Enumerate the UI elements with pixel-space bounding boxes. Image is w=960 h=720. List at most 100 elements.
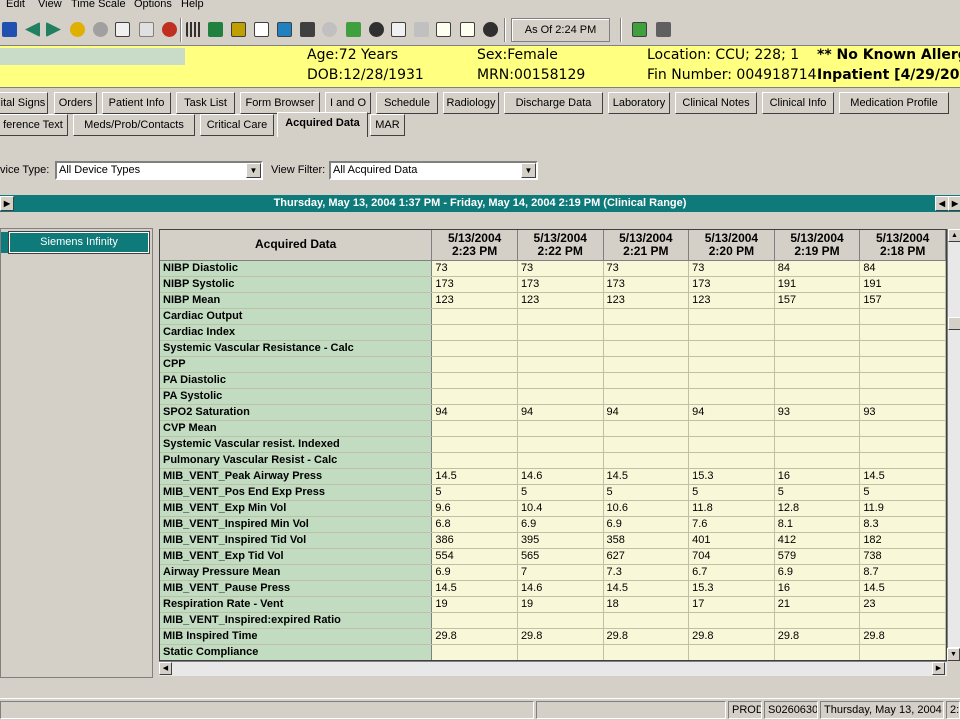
- data-cell[interactable]: 8.7: [859, 564, 946, 581]
- data-cell[interactable]: [688, 372, 775, 389]
- hand-icon[interactable]: [70, 22, 85, 37]
- data-cell[interactable]: 173: [688, 276, 775, 293]
- data-cell[interactable]: 157: [774, 292, 861, 309]
- data-cell[interactable]: 10.4: [517, 500, 604, 517]
- data-cell[interactable]: [517, 308, 604, 325]
- data-cell[interactable]: 19: [431, 596, 518, 613]
- data-cell[interactable]: 401: [688, 532, 775, 549]
- data-cell[interactable]: 5: [859, 484, 946, 501]
- tab-schedule[interactable]: Schedule: [376, 92, 438, 114]
- data-cell[interactable]: [688, 436, 775, 453]
- data-cell[interactable]: [688, 612, 775, 629]
- range-prev-arrow-icon[interactable]: ◀: [935, 196, 949, 211]
- data-cell[interactable]: 191: [859, 276, 946, 293]
- scroll-right-icon[interactable]: ▶: [932, 662, 945, 675]
- as-of-button[interactable]: As Of 2:24 PM: [511, 18, 610, 42]
- data-cell[interactable]: [688, 388, 775, 405]
- data-cell[interactable]: [431, 356, 518, 373]
- data-cell[interactable]: [859, 324, 946, 341]
- data-cell[interactable]: 7.3: [603, 564, 690, 581]
- users-icon[interactable]: [656, 22, 671, 37]
- tab-mar[interactable]: MAR: [370, 114, 405, 136]
- data-cell[interactable]: 11.8: [688, 500, 775, 517]
- data-cell[interactable]: 173: [517, 276, 604, 293]
- data-cell[interactable]: 16: [774, 580, 861, 597]
- data-cell[interactable]: 94: [603, 404, 690, 421]
- tree-icon[interactable]: [346, 22, 361, 37]
- data-cell[interactable]: [774, 340, 861, 357]
- data-cell[interactable]: 93: [774, 404, 861, 421]
- tab-radiology[interactable]: Radiology: [443, 92, 499, 114]
- data-cell[interactable]: 14.5: [859, 580, 946, 597]
- tab-reference-text[interactable]: ference Text: [0, 114, 68, 136]
- data-cell[interactable]: 6.9: [603, 516, 690, 533]
- data-cell[interactable]: [774, 420, 861, 437]
- data-cell[interactable]: 579: [774, 548, 861, 565]
- data-cell[interactable]: 7.6: [688, 516, 775, 533]
- data-cell[interactable]: 23: [859, 596, 946, 613]
- column-header[interactable]: 5/13/2004 2:19 PM: [774, 230, 861, 261]
- data-cell[interactable]: [431, 340, 518, 357]
- data-cell[interactable]: 73: [517, 260, 604, 277]
- data-cell[interactable]: 173: [603, 276, 690, 293]
- grid-icon[interactable]: [186, 22, 201, 37]
- notes-icon[interactable]: [436, 22, 451, 37]
- data-cell[interactable]: 9.6: [431, 500, 518, 517]
- data-cell[interactable]: 395: [517, 532, 604, 549]
- data-cell[interactable]: [859, 436, 946, 453]
- data-cell[interactable]: 173: [431, 276, 518, 293]
- refresh-icon[interactable]: [369, 22, 384, 37]
- data-cell[interactable]: 5: [517, 484, 604, 501]
- data-cell[interactable]: 565: [517, 548, 604, 565]
- data-cell[interactable]: 358: [603, 532, 690, 549]
- data-cell[interactable]: [431, 388, 518, 405]
- data-cell[interactable]: 182: [859, 532, 946, 549]
- tab-clinical-info[interactable]: Clinical Info: [762, 92, 834, 114]
- data-cell[interactable]: 6.8: [431, 516, 518, 533]
- data-cell[interactable]: 29.8: [859, 628, 946, 645]
- data-cell[interactable]: 93: [859, 404, 946, 421]
- globe-icon[interactable]: [162, 22, 177, 37]
- data-cell[interactable]: 21: [774, 596, 861, 613]
- forward-icon[interactable]: [46, 22, 61, 37]
- data-cell[interactable]: [431, 372, 518, 389]
- data-cell[interactable]: [859, 644, 946, 660]
- data-cell[interactable]: 123: [431, 292, 518, 309]
- image-icon[interactable]: [139, 22, 154, 37]
- folder-icon[interactable]: [231, 22, 246, 37]
- data-cell[interactable]: [603, 308, 690, 325]
- data-cell[interactable]: [431, 452, 518, 469]
- data-cell[interactable]: [517, 324, 604, 341]
- data-cell[interactable]: 14.6: [517, 468, 604, 485]
- data-cell[interactable]: 386: [431, 532, 518, 549]
- data-cell[interactable]: [859, 308, 946, 325]
- data-cell[interactable]: [774, 388, 861, 405]
- data-cell[interactable]: [603, 356, 690, 373]
- data-cell[interactable]: 29.8: [603, 628, 690, 645]
- data-cell[interactable]: 14.5: [859, 468, 946, 485]
- data-cell[interactable]: [517, 340, 604, 357]
- data-cell[interactable]: [603, 340, 690, 357]
- data-cell[interactable]: [688, 420, 775, 437]
- data-cell[interactable]: 123: [688, 292, 775, 309]
- data-cell[interactable]: 14.6: [517, 580, 604, 597]
- tab-form-browser[interactable]: Form Browser: [240, 92, 320, 114]
- data-cell[interactable]: [517, 452, 604, 469]
- data-cell[interactable]: [603, 324, 690, 341]
- data-cell[interactable]: 73: [688, 260, 775, 277]
- data-cell[interactable]: 17: [688, 596, 775, 613]
- grab-icon[interactable]: [93, 22, 108, 37]
- data-cell[interactable]: [431, 644, 518, 660]
- data-cell[interactable]: 29.8: [774, 628, 861, 645]
- data-cell[interactable]: 123: [517, 292, 604, 309]
- data-cell[interactable]: [859, 452, 946, 469]
- tab-i-and-o[interactable]: I and O: [325, 92, 371, 114]
- data-cell[interactable]: [859, 388, 946, 405]
- clock-icon[interactable]: [483, 22, 498, 37]
- column-header[interactable]: 5/13/2004 2:21 PM: [603, 230, 690, 261]
- data-cell[interactable]: 19: [517, 596, 604, 613]
- data-cell[interactable]: 18: [603, 596, 690, 613]
- data-cell[interactable]: [774, 612, 861, 629]
- data-cell[interactable]: 191: [774, 276, 861, 293]
- data-cell[interactable]: [774, 452, 861, 469]
